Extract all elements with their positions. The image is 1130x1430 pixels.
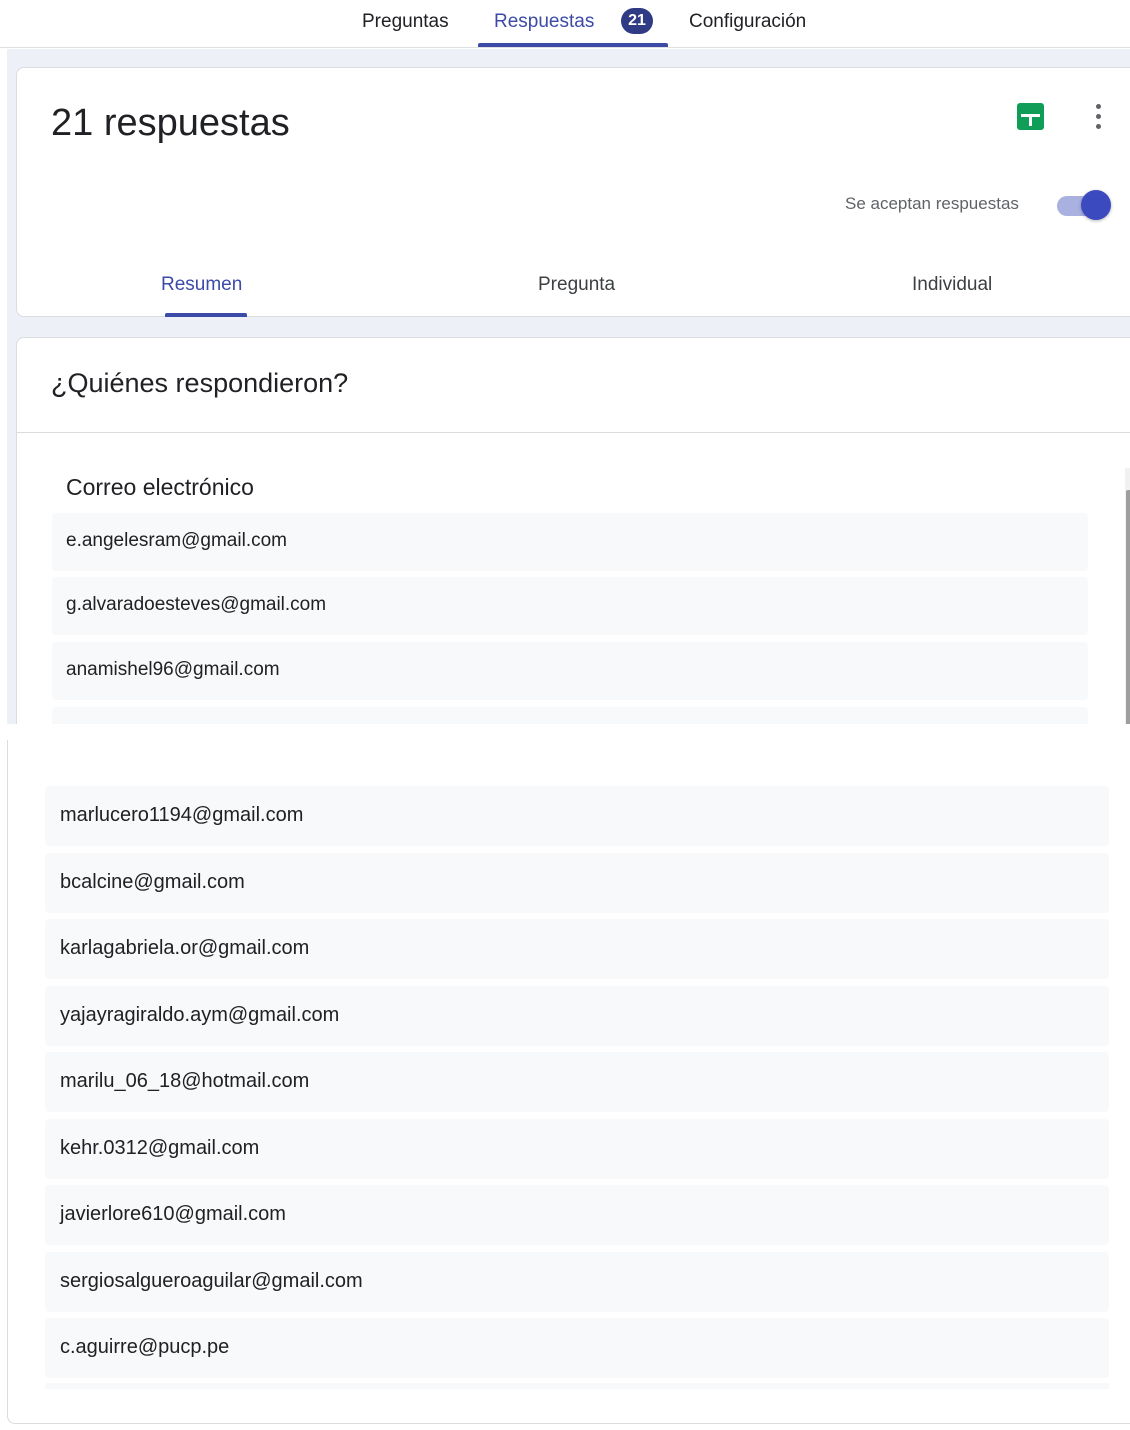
respondent-email: e.angelesram@gmail.com bbox=[66, 530, 287, 551]
tab-configuracion[interactable]: Configuración bbox=[689, 0, 806, 48]
respondent-email: anamishel96@gmail.com bbox=[66, 659, 280, 680]
respondent-email: bcalcine@gmail.com bbox=[60, 871, 245, 893]
list-item: javierlore610@gmail.com bbox=[45, 1185, 1109, 1245]
respondent-email: javierlore610@gmail.com bbox=[60, 1203, 286, 1225]
list-item: marlucero1194@gmail.com bbox=[45, 786, 1109, 846]
respondent-email: karlagabriela.or@gmail.com bbox=[60, 937, 310, 959]
accepting-responses-label: Se aceptan respuestas bbox=[845, 194, 1019, 213]
list-item bbox=[52, 707, 1088, 724]
respondent-email: marlucero1194@gmail.com bbox=[60, 804, 304, 826]
list-item: bcalcine@gmail.com bbox=[45, 853, 1109, 913]
respondents-title: ¿Quiénes respondieron? bbox=[51, 368, 349, 398]
sheets-icon[interactable] bbox=[1017, 103, 1044, 130]
responses-view-top: 21 respuestas Se aceptan respuestas Resu… bbox=[7, 49, 1130, 724]
respondent-email: c.aguirre@pucp.pe bbox=[60, 1336, 230, 1358]
list-scrollbar[interactable] bbox=[1125, 468, 1130, 724]
respondent-email: g.alvaradoesteves@gmail.com bbox=[66, 594, 327, 615]
subtab-pregunta[interactable]: Pregunta bbox=[538, 274, 615, 296]
respondents-card-continued: marlucero1194@gmail.com bcalcine@gmail.c… bbox=[7, 740, 1130, 1424]
response-count-badge: 21 bbox=[621, 8, 653, 34]
list-item: kehr.0312@gmail.com bbox=[45, 1119, 1109, 1179]
subtab-individual[interactable]: Individual bbox=[912, 274, 992, 296]
tab-respuestas[interactable]: Respuestas bbox=[494, 0, 594, 48]
responses-summary-card: 21 respuestas Se aceptan respuestas Resu… bbox=[16, 67, 1130, 317]
active-tab-indicator bbox=[478, 43, 668, 47]
responses-count-title: 21 respuestas bbox=[51, 102, 290, 144]
list-item bbox=[45, 1383, 1109, 1389]
active-subtab-indicator bbox=[165, 313, 247, 317]
scrollbar-thumb[interactable] bbox=[1126, 490, 1130, 724]
email-column-header: Correo electrónico bbox=[66, 474, 254, 500]
respondent-email: kehr.0312@gmail.com bbox=[60, 1137, 260, 1159]
responses-view-bottom: marlucero1194@gmail.com bcalcine@gmail.c… bbox=[7, 724, 1130, 1430]
tab-preguntas[interactable]: Preguntas bbox=[362, 0, 449, 48]
subtab-resumen[interactable]: Resumen bbox=[161, 274, 242, 296]
respondent-email: sergiosalgueroaguilar@gmail.com bbox=[60, 1270, 363, 1292]
list-item: sergiosalgueroaguilar@gmail.com bbox=[45, 1252, 1109, 1312]
respondent-email: yajayragiraldo.aym@gmail.com bbox=[60, 1004, 340, 1026]
respondent-email: marilu_06_18@hotmail.com bbox=[60, 1070, 310, 1092]
list-item: e.angelesram@gmail.com bbox=[52, 513, 1088, 571]
top-nav: Preguntas Respuestas 21 Configuración bbox=[0, 0, 1130, 48]
accepting-responses-toggle[interactable] bbox=[1057, 190, 1113, 220]
more-vert-icon[interactable] bbox=[1089, 104, 1109, 134]
list-item: g.alvaradoesteves@gmail.com bbox=[52, 577, 1088, 635]
respondents-card: ¿Quiénes respondieron? Correo electrónic… bbox=[16, 337, 1130, 724]
list-item: c.aguirre@pucp.pe bbox=[45, 1318, 1109, 1378]
list-item: yajayragiraldo.aym@gmail.com bbox=[45, 986, 1109, 1046]
list-item: anamishel96@gmail.com bbox=[52, 642, 1088, 700]
list-item: karlagabriela.or@gmail.com bbox=[45, 919, 1109, 979]
divider bbox=[17, 432, 1130, 433]
list-item: marilu_06_18@hotmail.com bbox=[45, 1052, 1109, 1112]
